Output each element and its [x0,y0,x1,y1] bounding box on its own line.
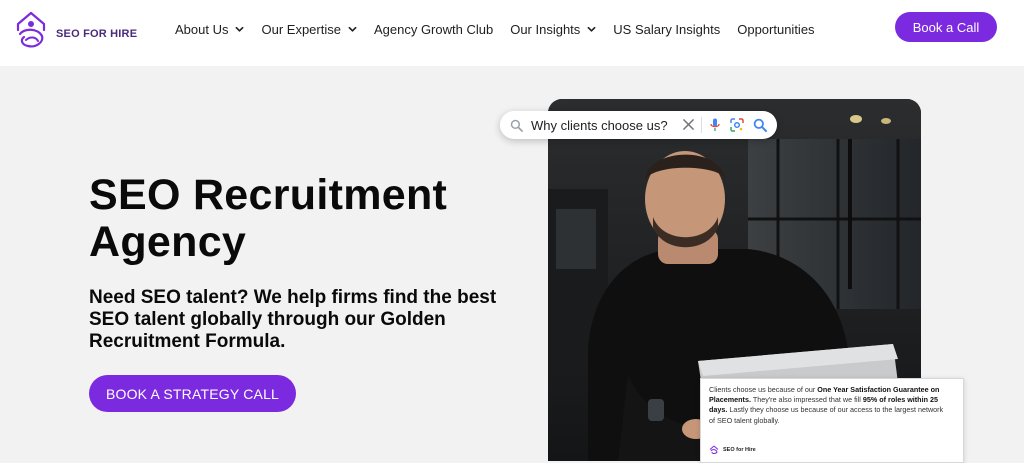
chevron-down-icon [587,26,596,32]
hero-subtitle: Need SEO talent? We help firms find the … [89,287,497,352]
chevron-down-icon [236,26,244,32]
review-card: Clients choose us because of our One Yea… [700,378,964,463]
source-name: SEO for Hire [723,447,756,453]
logo-mark-icon [16,11,46,48]
search-query: Why clients choose us? [531,117,668,133]
lens-icon [730,118,744,132]
logo-text: SEO FOR HIRE [56,28,138,40]
mic-icon [710,118,720,131]
nav-agency-growth-club[interactable]: Agency Growth Club [374,22,493,37]
book-strategy-call-button[interactable]: BOOK A STRATEGY CALL [89,375,296,412]
search-overlay: Why clients choose us? [500,111,777,139]
site-logo[interactable]: SEO FOR HIRE [14,10,137,52]
page-title: SEO Recruitment Agency [89,172,529,266]
nav-us-salary-insights[interactable]: US Salary Insights [613,22,720,37]
main-nav: About Us Our Expertise Agency Growth Clu… [175,22,832,37]
review-text: Clients choose us because of our One Yea… [709,385,949,426]
nav-our-insights[interactable]: Our Insights [510,22,596,37]
review-text-part: Clients choose us because of our [709,385,818,394]
review-text-part: They're also impressed that we fill [750,395,863,405]
nav-opportunities[interactable]: Opportunities [737,22,814,37]
search-icon [510,119,523,132]
nav-about-us[interactable]: About Us [175,22,244,37]
review-source: SEO for Hire [709,445,756,455]
search-icon [753,118,767,132]
clear-icon [683,119,694,130]
review-text-part: Lastly they choose us because of our acc… [709,405,944,425]
nav-label: Agency Growth Club [373,22,494,37]
source-logo-icon [709,445,719,454]
nav-label: Opportunities [737,22,815,37]
title-line: Agency [89,218,247,266]
nav-label: Our Insights [510,22,581,37]
nav-label: US Salary Insights [613,22,721,37]
nav-label: Our Expertise [261,22,341,37]
chevron-down-icon [348,26,357,32]
divider [701,117,702,133]
nav-our-expertise[interactable]: Our Expertise [261,22,357,37]
book-a-call-button[interactable]: Book a Call [895,12,997,42]
title-line: SEO Recruitment [89,171,448,219]
nav-label: About Us [175,22,229,37]
site-header: SEO FOR HIRE About Us Our Expertise Agen… [0,0,1024,66]
